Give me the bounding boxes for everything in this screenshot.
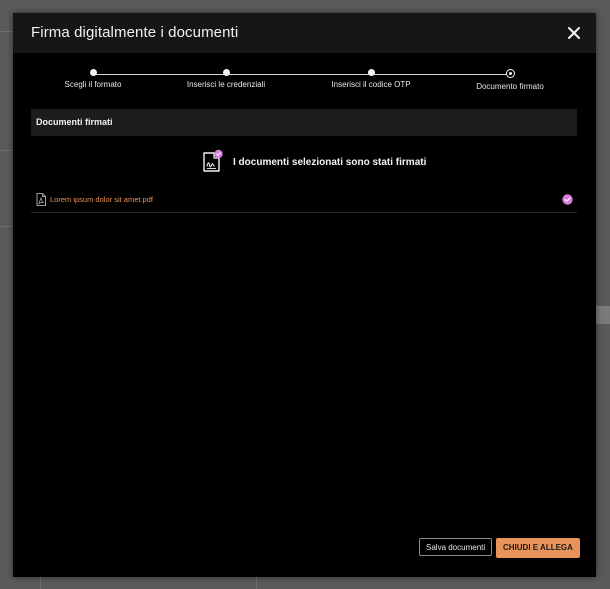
backdrop-panel — [596, 306, 610, 324]
save-documents-button[interactable]: Salva documenti — [419, 538, 493, 556]
signed-documents-section-header: Documenti firmati — [31, 109, 577, 136]
sign-documents-dialog: Firma digitalmente i documenti Scegli il… — [13, 13, 596, 577]
section-title: Documenti firmati — [36, 117, 113, 127]
signed-file-row: Lorem ipsum dolor sit amet.pdf — [31, 191, 577, 213]
backdrop-divider — [256, 577, 257, 589]
close-icon — [568, 27, 580, 39]
dialog-title: Firma digitalmente i documenti — [31, 24, 239, 41]
step-label: Inserisci il codice OTP — [331, 80, 411, 89]
close-and-attach-button[interactable]: CHIUDI E ALLEGA — [496, 538, 580, 558]
step-label: Scegli il formato — [64, 80, 122, 89]
backdrop-divider — [40, 577, 41, 589]
signed-file-link[interactable]: Lorem ipsum dolor sit amet.pdf — [50, 195, 153, 204]
success-text: I documenti selezionati sono stati firma… — [233, 156, 427, 168]
dialog-header: Firma digitalmente i documenti — [13, 13, 596, 53]
step-dot — [222, 69, 230, 76]
backdrop-divider — [0, 226, 13, 227]
signed-document-icon — [199, 149, 225, 175]
step-credentials[interactable]: Inserisci le credenziali — [156, 69, 296, 89]
step-label: Inserisci le credenziali — [186, 80, 266, 89]
progress-stepper: Scegli il formato Inserisci le credenzia… — [13, 69, 596, 99]
check-circle-icon — [562, 194, 573, 205]
pdf-icon — [36, 193, 46, 206]
step-dot — [89, 69, 97, 76]
close-button[interactable] — [564, 23, 584, 43]
backdrop-divider — [0, 150, 13, 151]
step-choose-format[interactable]: Scegli il formato — [23, 69, 163, 89]
success-message: I documenti selezionati sono stati firma… — [199, 149, 426, 175]
step-dot — [367, 69, 375, 76]
backdrop-divider — [0, 31, 13, 32]
step-document-signed[interactable]: Documento firmato — [440, 69, 580, 91]
step-dot-current — [505, 69, 515, 78]
step-label: Documento firmato — [476, 82, 544, 91]
step-otp-code[interactable]: Inserisci il codice OTP — [301, 69, 441, 89]
